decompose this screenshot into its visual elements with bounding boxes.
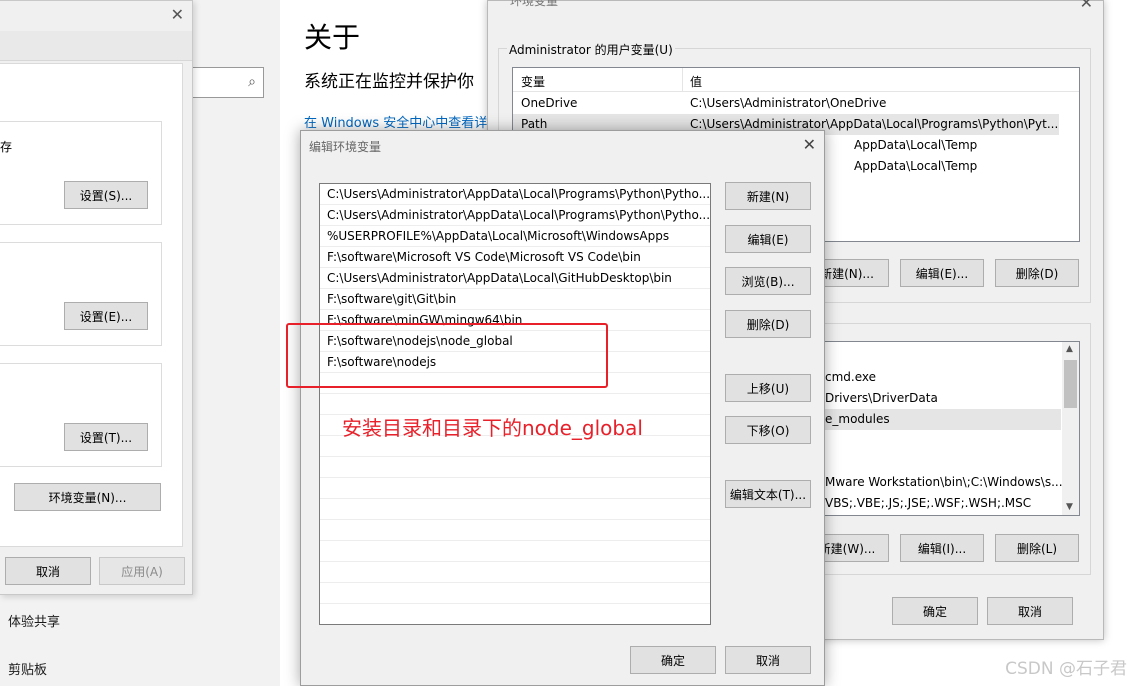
list-item[interactable]: F:\software\Microsoft VS Code\Microsoft … <box>320 247 710 268</box>
close-icon[interactable]: ✕ <box>171 5 184 24</box>
system-delete-button[interactable]: 删除(L) <box>995 534 1079 562</box>
move-down-button[interactable]: 下移(O) <box>725 416 811 444</box>
empty-list-row[interactable] <box>320 541 710 562</box>
close-icon[interactable]: ✕ <box>803 135 816 154</box>
advanced-tab-panel: 存 设置(S)... 设置(E)... 设置(T)... 环境变量(N)... <box>0 63 183 547</box>
page-title: 关于 <box>304 21 361 54</box>
empty-list-row[interactable] <box>320 457 710 478</box>
cancel-button[interactable]: 取消 <box>987 597 1073 625</box>
column-header-variable[interactable]: 变量 <box>521 73 545 90</box>
dialog-title: 环境变量 <box>510 0 559 8</box>
startup-recovery-group: 设置(T)... <box>0 363 162 467</box>
group-label-fragment: 存 <box>0 140 13 154</box>
empty-list-row[interactable] <box>320 583 710 604</box>
move-up-button[interactable]: 上移(U) <box>725 374 811 402</box>
scroll-up-icon[interactable]: ▲ <box>1066 344 1073 354</box>
variable-value: Drivers\DriverData <box>825 391 938 405</box>
new-path-button[interactable]: 新建(N) <box>725 182 811 210</box>
variable-value: AppData\Local\Temp <box>854 159 978 173</box>
variable-value: VBS;.VBE;.JS;.JSE;.WSF;.WSH;.MSC <box>825 496 1032 510</box>
apply-button[interactable]: 应用(A) <box>99 557 185 585</box>
column-header-value[interactable]: 值 <box>690 73 702 90</box>
variable-value: Mware Workstation\bin\;C:\Windows\s... <box>825 475 1063 489</box>
settings-search-input[interactable]: ⌕ <box>190 67 264 98</box>
search-icon: ⌕ <box>248 74 256 90</box>
variable-value: cmd.exe <box>825 370 877 384</box>
watermark: CSDN @石子君 <box>1005 659 1127 679</box>
environment-variables-button[interactable]: 环境变量(N)... <box>14 483 161 511</box>
user-variables-label: Administrator 的用户变量(U) <box>507 41 675 58</box>
security-status-text: 系统正在监控并保护你 <box>304 72 474 92</box>
startup-settings-button[interactable]: 设置(T)... <box>64 423 148 451</box>
empty-list-row[interactable] <box>320 562 710 583</box>
system-properties-dialog: ✕ 存 设置(S)... 设置(E)... 设置(T)... 环境变量(N)..… <box>0 0 193 595</box>
close-icon[interactable]: ✕ <box>1080 0 1093 12</box>
empty-list-row[interactable] <box>320 499 710 520</box>
performance-group: 存 设置(S)... <box>0 121 162 225</box>
user-edit-button[interactable]: 编辑(E)... <box>900 259 984 287</box>
variable-value: e_modules <box>825 412 890 426</box>
security-center-link[interactable]: 在 Windows 安全中心中查看详 <box>304 112 487 131</box>
dialog-title: 编辑环境变量 <box>309 140 382 154</box>
list-item[interactable]: C:\Users\Administrator\AppData\Local\Pro… <box>320 205 710 226</box>
list-item[interactable]: F:\software\git\Git\bin <box>320 289 710 310</box>
delete-path-button[interactable]: 删除(D) <box>725 310 811 338</box>
list-item[interactable]: C:\Users\Administrator\AppData\Local\Pro… <box>320 184 710 205</box>
vertical-scrollbar[interactable]: ▲ ▼ <box>1062 342 1079 515</box>
edit-path-button[interactable]: 编辑(E) <box>725 225 811 253</box>
ok-button[interactable]: 确定 <box>892 597 978 625</box>
variable-value: C:\Users\Administrator\OneDrive <box>690 96 887 110</box>
edit-environment-variable-dialog: 编辑环境变量 ✕ C:\Users\Administrator\AppData\… <box>300 130 825 686</box>
user-profiles-group: 设置(E)... <box>0 242 162 346</box>
ok-button[interactable]: 确定 <box>630 646 716 674</box>
empty-list-row[interactable] <box>320 604 710 624</box>
nav-item-clipboard[interactable]: 剪贴板 <box>8 659 47 678</box>
highlight-rectangle <box>286 323 608 388</box>
scroll-down-icon[interactable]: ▼ <box>1066 502 1073 512</box>
table-row[interactable]: OneDrive C:\Users\Administrator\OneDrive <box>513 93 1079 114</box>
variable-name: OneDrive <box>521 96 578 110</box>
cancel-button[interactable]: 取消 <box>725 646 811 674</box>
tab-strip <box>0 31 192 61</box>
edit-text-button[interactable]: 编辑文本(T)... <box>725 480 811 508</box>
user-profiles-settings-button[interactable]: 设置(E)... <box>64 302 148 330</box>
scroll-thumb[interactable] <box>1064 360 1077 408</box>
empty-list-row[interactable] <box>320 478 710 499</box>
path-entries-list[interactable]: C:\Users\Administrator\AppData\Local\Pro… <box>319 183 711 625</box>
cancel-button[interactable]: 取消 <box>5 557 91 585</box>
system-edit-button[interactable]: 编辑(I)... <box>900 534 984 562</box>
empty-list-row[interactable] <box>320 520 710 541</box>
list-header: 变量 值 <box>513 68 1079 92</box>
list-item[interactable]: %USERPROFILE%\AppData\Local\Microsoft\Wi… <box>320 226 710 247</box>
browse-button[interactable]: 浏览(B)... <box>725 267 811 295</box>
user-delete-button[interactable]: 删除(D) <box>995 259 1079 287</box>
list-item[interactable]: C:\Users\Administrator\AppData\Local\Git… <box>320 268 710 289</box>
performance-settings-button[interactable]: 设置(S)... <box>64 181 148 209</box>
column-divider[interactable] <box>682 68 683 92</box>
variable-value: AppData\Local\Temp <box>854 138 978 152</box>
nav-item-shared-experiences[interactable]: 体验共享 <box>8 611 60 630</box>
annotation-text: 安装目录和目录下的node_global <box>342 416 643 440</box>
